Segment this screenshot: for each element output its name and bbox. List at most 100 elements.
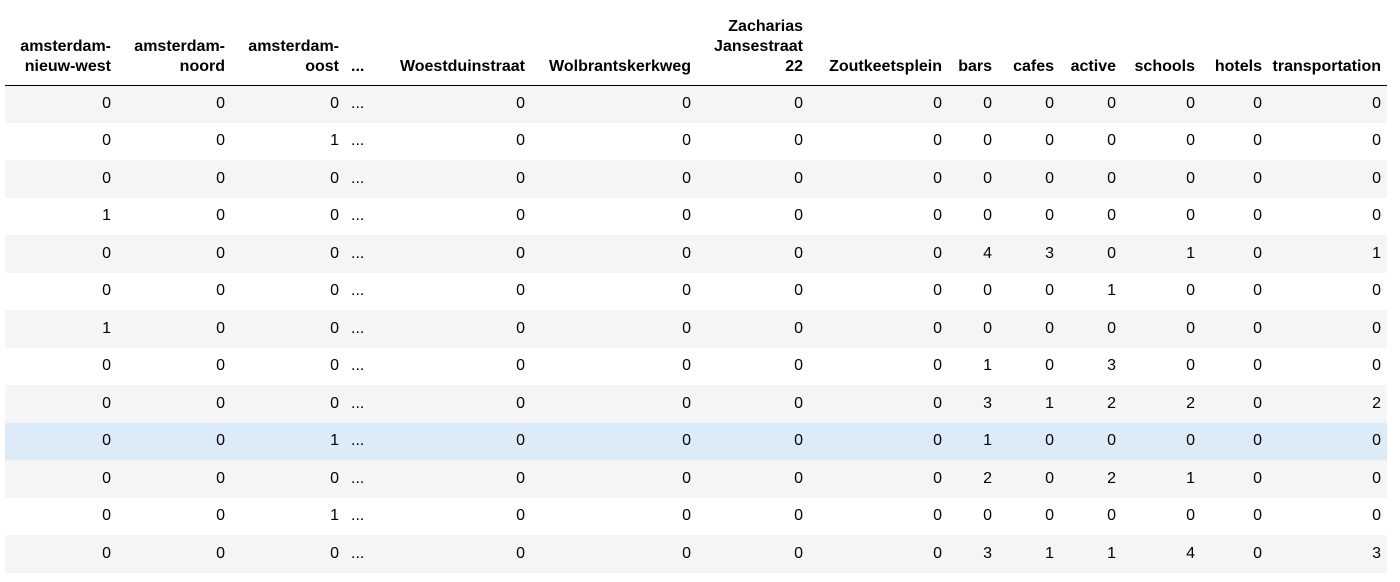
table-cell: 1	[1186, 469, 1195, 487]
column-header[interactable]: amsterdam-noord	[117, 0, 231, 86]
table-cell: 0	[216, 394, 225, 412]
table-cell: 0	[516, 244, 525, 262]
table-row[interactable]: 0 0 0... 0 0 0 0 0 0 1 0 0 0	[5, 273, 1387, 311]
table-cell: 0	[983, 95, 992, 112]
table-cell: 0	[794, 544, 803, 562]
table-cell: 0	[682, 469, 691, 487]
table-cell: 0	[682, 394, 691, 412]
table-row[interactable]: 0 0 0... 0 0 0 0 3 1 2 2 0 2	[5, 385, 1387, 423]
ellipsis-cell: ...	[351, 319, 365, 337]
table-row[interactable]: 0 0 0... 0 0 0 0 4 3 0 1 0 1	[5, 235, 1387, 273]
ellipsis-cell: ...	[351, 357, 365, 375]
table-cell: 1	[983, 357, 992, 375]
table-row[interactable]: 1 0 0... 0 0 0 0 0 0 0 0 0 0	[5, 310, 1387, 348]
column-header[interactable]: bars	[948, 0, 998, 86]
table-row[interactable]: 0 0 1... 0 0 0 0 1 0 0 0 0 0	[5, 422, 1387, 460]
table-cell: 0	[516, 507, 525, 525]
column-header[interactable]: amsterdam-oost	[231, 0, 345, 86]
table-cell: 3	[1045, 244, 1054, 262]
table-cell: 0	[933, 357, 942, 375]
table-cell: 0	[102, 95, 111, 112]
table-row[interactable]: 0 0 1... 0 0 0 0 0 0 0 0 0 0	[5, 498, 1387, 536]
table-cell: 0	[1045, 507, 1054, 525]
table-row[interactable]: 0 0 0... 0 0 0 0 3 1 1 4 0 3	[5, 535, 1387, 573]
column-header[interactable]: Woestduinstraat	[375, 0, 531, 86]
table-cell: 0	[794, 244, 803, 262]
table-cell: 0	[794, 469, 803, 487]
table-cell: 0	[102, 507, 111, 525]
table-cell: 0	[102, 132, 111, 150]
table-cell: 0	[1253, 132, 1262, 150]
table-row[interactable]: 0 0 0... 0 0 0 0 0 0 0 0 0 0	[5, 85, 1387, 123]
table-cell: 0	[1372, 357, 1381, 375]
table-cell: 0	[933, 207, 942, 225]
table-cell: 0	[330, 207, 339, 225]
table-row[interactable]: 0 0 0... 0 0 0 0 0 0 0 0 0 0	[5, 160, 1387, 198]
table-row[interactable]: 0 0 1... 0 0 0 0 0 0 0 0 0 0	[5, 123, 1387, 161]
table-cell: 1	[102, 207, 111, 225]
column-header[interactable]: transportation	[1268, 0, 1387, 86]
column-header[interactable]: active	[1060, 0, 1122, 86]
table-cell: 0	[1253, 507, 1262, 525]
table-cell: 1	[1186, 244, 1195, 262]
column-header[interactable]: Zoutkeetsplein	[809, 0, 948, 86]
table-cell: 0	[516, 544, 525, 562]
table-cell: 0	[1372, 282, 1381, 300]
table-cell: 2	[1186, 394, 1195, 412]
table-cell: 0	[1372, 507, 1381, 525]
table-cell: 0	[1253, 394, 1262, 412]
table-cell: 0	[1372, 132, 1381, 150]
table-cell: 0	[516, 469, 525, 487]
table-cell: 0	[1372, 207, 1381, 225]
table-cell: 0	[1045, 95, 1054, 112]
column-header[interactable]: Zacharias Jansestraat 22	[697, 0, 809, 86]
table-cell: 0	[1045, 169, 1054, 187]
table-cell: 0	[1186, 169, 1195, 187]
column-header[interactable]: Wolbrantskerkweg	[531, 0, 697, 86]
table-cell: 0	[1186, 319, 1195, 337]
table-cell: 0	[1253, 469, 1262, 487]
table-cell: 0	[330, 319, 339, 337]
table-cell: 3	[1107, 357, 1116, 375]
table-cell: 0	[330, 244, 339, 262]
table-cell: 0	[1186, 95, 1195, 112]
table-cell: 1	[1045, 544, 1054, 562]
table-cell: 0	[102, 357, 111, 375]
table-cell: 0	[1107, 319, 1116, 337]
ellipsis-cell: ...	[351, 507, 365, 525]
table-cell: 0	[1253, 319, 1262, 337]
column-header[interactable]: hotels	[1201, 0, 1268, 86]
table-row[interactable]: 0 0 0... 0 0 0 0 2 0 2 1 0 0	[5, 460, 1387, 498]
table-cell: 0	[216, 544, 225, 562]
ellipsis-cell: ...	[351, 95, 365, 112]
table-cell: 1	[102, 319, 111, 337]
table-cell: 0	[1372, 469, 1381, 487]
column-header-ellipsis: ...	[345, 0, 375, 86]
table-row[interactable]: 0 0 0... 0 0 0 0 1 0 3 0 0 0	[5, 348, 1387, 386]
table-cell: 0	[216, 469, 225, 487]
table-cell: 0	[516, 357, 525, 375]
table-row[interactable]: 1 0 0... 0 0 0 0 0 0 0 0 0 0	[5, 198, 1387, 236]
column-header[interactable]: cafes	[998, 0, 1060, 86]
table-cell: 4	[983, 244, 992, 262]
table-cell: 0	[216, 282, 225, 300]
table-cell: 0	[102, 169, 111, 187]
table-cell: 0	[216, 207, 225, 225]
column-header[interactable]: amsterdam-nieuw-west	[5, 0, 117, 86]
table-cell: 0	[102, 432, 111, 450]
ellipsis-cell: ...	[351, 132, 365, 150]
table-cell: 0	[1186, 507, 1195, 525]
table-cell: 0	[682, 282, 691, 300]
table-cell: 0	[1045, 432, 1054, 450]
table-cell: 0	[330, 357, 339, 375]
table-cell: 0	[682, 319, 691, 337]
table-cell: 0	[794, 282, 803, 300]
table-cell: 0	[933, 544, 942, 562]
table-cell: 0	[330, 469, 339, 487]
column-header[interactable]: schools	[1122, 0, 1201, 86]
table-cell: 0	[933, 432, 942, 450]
ellipsis-cell: ...	[351, 394, 365, 412]
table-cell: 0	[1253, 169, 1262, 187]
table-cell: 0	[794, 394, 803, 412]
table-cell: 0	[516, 207, 525, 225]
